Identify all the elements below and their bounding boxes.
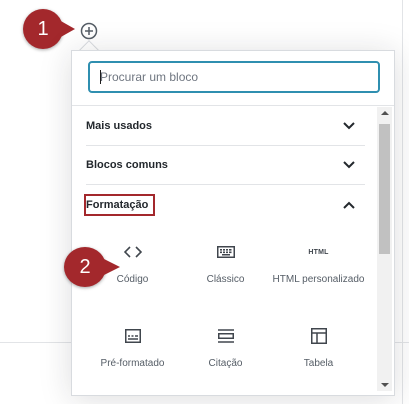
chevron-down-icon: [339, 155, 359, 175]
code-icon: [121, 240, 145, 264]
panel-label: Blocos comuns: [86, 159, 168, 171]
panel-common-blocks[interactable]: Blocos comuns: [86, 146, 365, 185]
block-label: Citação: [208, 358, 243, 369]
block-table[interactable]: Tabela: [272, 316, 365, 400]
block-label: Tabela: [303, 358, 334, 369]
block-pullquote[interactable]: Citação: [179, 316, 272, 400]
panel-formatting[interactable]: Formatação: [84, 185, 365, 224]
panel-most-used[interactable]: Mais usados: [86, 107, 365, 146]
chevron-up-icon: [339, 195, 359, 215]
block-search-input[interactable]: [90, 63, 378, 91]
block-label: Clássico: [206, 274, 245, 285]
add-block-button[interactable]: [79, 21, 99, 41]
preformatted-icon: [121, 324, 145, 348]
block-label: HTML personalizado: [272, 274, 365, 285]
scrollbar-thumb[interactable]: [379, 124, 390, 254]
pullquote-icon: [214, 324, 238, 348]
formatting-blocks-grid: Código Clássico HTML HTML personalizado …: [86, 232, 365, 400]
panel-label: Mais usados: [86, 120, 153, 132]
block-categories: Mais usados Blocos comuns Formatação Cód…: [84, 107, 365, 400]
chevron-down-icon: [339, 116, 359, 136]
page-divider-vertical: [402, 0, 403, 404]
plus-circle-icon: [80, 22, 98, 40]
block-search: [88, 61, 380, 93]
inserter-scrollbar[interactable]: [377, 107, 392, 391]
panel-label-highlighted: Formatação: [84, 193, 156, 216]
table-icon: [307, 324, 331, 348]
search-divider: [72, 105, 394, 106]
keyboard-icon: [214, 240, 238, 264]
text-cursor: [100, 70, 101, 84]
block-preformatted[interactable]: Pré-formatado: [86, 316, 179, 400]
block-custom-html[interactable]: HTML HTML personalizado: [272, 232, 365, 316]
block-label: Código: [116, 274, 149, 285]
html-icon: HTML: [308, 248, 329, 256]
block-classic[interactable]: Clássico: [179, 232, 272, 316]
step-marker-1: 1: [23, 9, 63, 49]
step-marker-2: 2: [64, 247, 106, 287]
scroll-up-arrow-icon[interactable]: [377, 107, 392, 119]
scroll-down-arrow-icon[interactable]: [377, 379, 392, 391]
block-inserter-popover: Mais usados Blocos comuns Formatação Cód…: [71, 50, 395, 396]
block-label: Pré-formatado: [100, 358, 165, 369]
